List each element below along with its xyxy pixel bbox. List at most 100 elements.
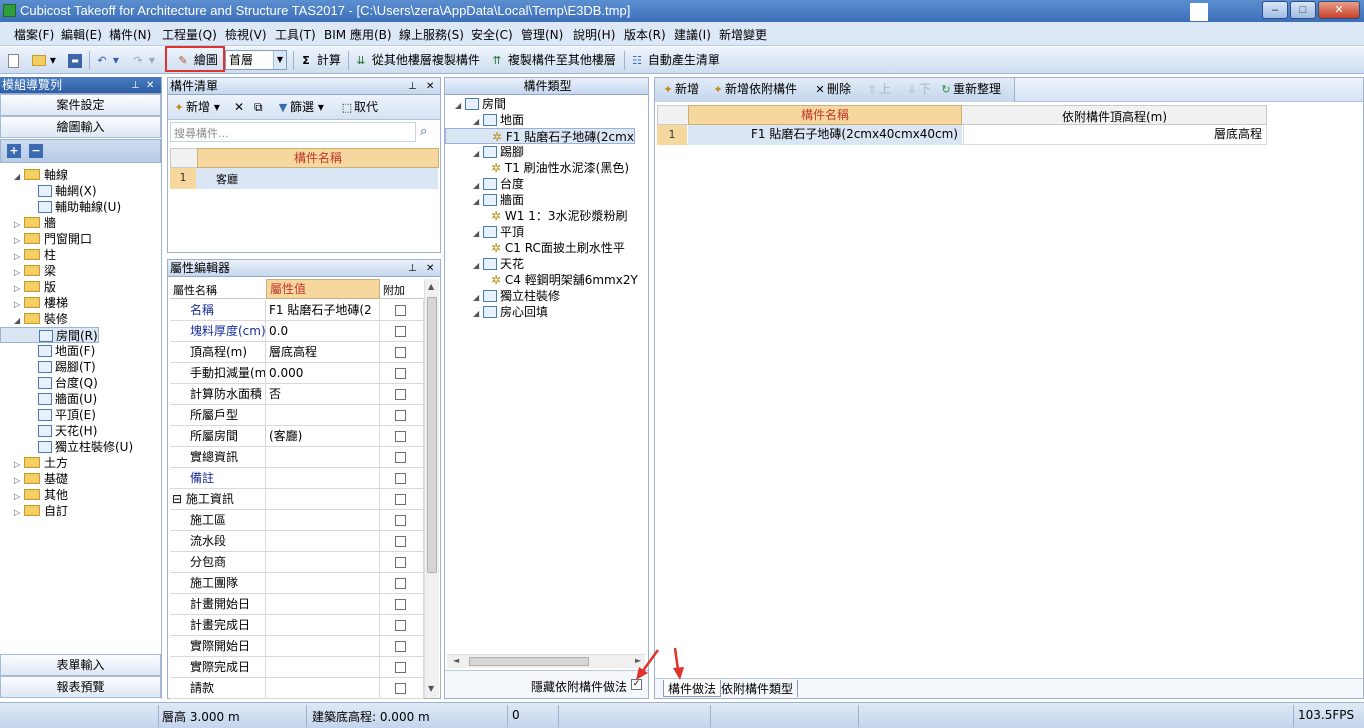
tree-item[interactable]: ▷ 牆	[0, 215, 56, 231]
expand-arrow-icon[interactable]: ▷	[14, 505, 24, 521]
menu-item[interactable]: 工程量(Q)	[162, 26, 217, 43]
method-delete-button[interactable]: ✕ 刪除	[813, 80, 851, 99]
menu-item[interactable]: 檢視(V)	[225, 26, 267, 43]
scroll-down-icon[interactable]: ▼	[428, 684, 434, 693]
tree-item[interactable]: 獨立柱裝修(U)	[0, 439, 133, 455]
property-value[interactable]	[266, 510, 380, 531]
property-add-checkbox[interactable]	[395, 410, 406, 421]
property-add-checkbox[interactable]	[395, 389, 406, 400]
report-preview-button[interactable]: 報表預覽	[0, 676, 161, 698]
tree-item[interactable]: ▷ 版	[0, 279, 56, 295]
type-hscrollbar[interactable]: ◄ ►	[447, 654, 645, 668]
component-search-input[interactable]: 搜尋構件...	[170, 122, 416, 142]
type-tree-item[interactable]: ◢ 房間	[445, 96, 506, 112]
menu-item[interactable]: 編輯(E)	[61, 26, 102, 43]
property-add-checkbox[interactable]	[395, 305, 406, 316]
tree-item[interactable]: 地面(F)	[0, 343, 95, 359]
property-add-checkbox[interactable]	[395, 683, 406, 694]
close-button[interactable]: ✕	[1318, 1, 1360, 19]
move-down-button[interactable]: ⇩ 下	[905, 80, 931, 99]
property-add-checkbox[interactable]	[395, 473, 406, 484]
property-value[interactable]	[266, 489, 380, 510]
tree-item[interactable]: 房間(R)	[0, 327, 99, 343]
tree-item[interactable]: ▷ 柱	[0, 247, 56, 263]
property-value[interactable]	[266, 531, 380, 552]
calculate-button[interactable]: Σ 計算	[299, 51, 341, 70]
property-value[interactable]	[266, 405, 380, 426]
tree-item[interactable]: 軸網(X)	[0, 183, 97, 199]
new-dependent-button[interactable]: ✦ 新增依附構件	[711, 80, 797, 99]
property-add-checkbox[interactable]	[395, 326, 406, 337]
redo-button[interactable]: ↷ ▾	[131, 51, 154, 70]
property-add-checkbox[interactable]	[395, 620, 406, 631]
tree-item[interactable]: ▷ 土方	[0, 455, 68, 471]
pick-button[interactable]: ⬚ 取代	[340, 98, 378, 117]
tree-item[interactable]: ▷ 基礎	[0, 471, 68, 487]
type-tree-item[interactable]: ✲ T1 刷油性水泥漆(黑色)	[445, 160, 629, 176]
type-tree-item[interactable]: ◢ 天花	[445, 256, 524, 272]
menu-item[interactable]: 工具(T)	[275, 26, 316, 43]
property-add-checkbox[interactable]	[395, 536, 406, 547]
maximize-button[interactable]: □	[1290, 1, 1316, 19]
type-tree-item[interactable]: ◢ 平頂	[445, 224, 524, 240]
minimize-button[interactable]: –	[1262, 1, 1288, 19]
property-value[interactable]	[266, 657, 380, 678]
method-row[interactable]: 1 F1 貼磨石子地磚(2cmx40cmx40cm) 層底高程	[657, 125, 1267, 145]
property-add-checkbox[interactable]	[395, 641, 406, 652]
undo-button[interactable]: ↶ ▾	[95, 51, 118, 70]
floor-select[interactable]: 首層 ▼	[225, 50, 287, 70]
type-tree-item[interactable]: ◢ 獨立柱裝修	[445, 288, 560, 304]
type-tree-item[interactable]: ◢ 地面	[445, 112, 524, 128]
tab-dependent-type[interactable]: 依附構件類型	[717, 680, 799, 697]
draw-input-button[interactable]: 繪圖輸入	[0, 116, 161, 138]
menu-item[interactable]: 新增變更	[719, 26, 767, 43]
property-add-checkbox[interactable]	[395, 494, 406, 505]
property-add-checkbox[interactable]	[395, 599, 406, 610]
type-tree-item[interactable]: ◢ 台度	[445, 176, 524, 192]
property-add-checkbox[interactable]	[395, 557, 406, 568]
type-tree-item[interactable]: ✲ F1 貼磨石子地磚(2cmx	[445, 128, 635, 144]
property-add-checkbox[interactable]	[395, 431, 406, 442]
property-add-checkbox[interactable]	[395, 578, 406, 589]
tree-item[interactable]: 天花(H)	[0, 423, 97, 439]
copy-icon[interactable]: ⧉	[254, 98, 263, 117]
type-tree-item[interactable]: ◢ 牆面	[445, 192, 524, 208]
tree-item[interactable]: 輔助軸線(U)	[0, 199, 121, 215]
type-tree-item[interactable]: ◢ 房心回填	[445, 304, 548, 320]
pin-icon[interactable]: ⊥	[408, 261, 417, 276]
scroll-thumb[interactable]	[427, 297, 437, 573]
column-dependent-height[interactable]: 依附構件頂高程(m)	[963, 108, 1266, 125]
tree-item[interactable]: ▷ 門窗開口	[0, 231, 92, 247]
component-row[interactable]: 1 客廳	[170, 168, 438, 189]
expand-all-icon[interactable]: +	[7, 144, 21, 158]
type-tree-item[interactable]: ✲ C4 輕鋼明架舖6mmx2Y	[445, 272, 638, 288]
menu-item[interactable]: 構件(N)	[109, 26, 151, 43]
scroll-left-icon[interactable]: ◄	[453, 656, 459, 665]
property-add-checkbox[interactable]	[395, 662, 406, 673]
save-button[interactable]: ▬	[68, 51, 82, 70]
tree-item[interactable]: ▷ 其他	[0, 487, 68, 503]
new-file-button[interactable]	[8, 51, 19, 70]
property-value[interactable]: (客廳)	[266, 426, 380, 447]
menu-item[interactable]: 管理(N)	[521, 26, 563, 43]
column-component-name[interactable]: 構件名稱	[197, 148, 439, 168]
reorganize-button[interactable]: ↻ 重新整理	[939, 80, 1001, 99]
tree-item[interactable]: 牆面(U)	[0, 391, 97, 407]
menu-item[interactable]: BIM 應用(B)	[324, 26, 392, 43]
property-value[interactable]	[266, 594, 380, 615]
tree-item[interactable]: ▷ 樓梯	[0, 295, 68, 311]
property-value[interactable]: 0.000	[266, 363, 380, 384]
type-tree-item[interactable]: ◢ 踢腳	[445, 144, 524, 160]
scroll-up-icon[interactable]: ▲	[428, 282, 434, 291]
search-icon[interactable]: ⌕	[420, 124, 427, 139]
collapse-all-icon[interactable]: −	[29, 144, 43, 158]
menu-item[interactable]: 說明(H)	[573, 26, 615, 43]
pin-icon[interactable]: ⊥	[131, 78, 140, 93]
collapse-arrow-icon[interactable]: ◢	[473, 306, 483, 322]
menu-item[interactable]: 建議(I)	[674, 26, 711, 43]
menu-item[interactable]: 版本(R)	[624, 26, 666, 43]
column-method-name[interactable]: 構件名稱	[688, 105, 962, 125]
property-value[interactable]: F1 貼磨石子地磚(2	[266, 300, 380, 321]
new-component-button[interactable]: ✦ 新增 ▾	[172, 98, 219, 117]
property-scrollbar[interactable]: ▲ ▼	[424, 279, 439, 698]
